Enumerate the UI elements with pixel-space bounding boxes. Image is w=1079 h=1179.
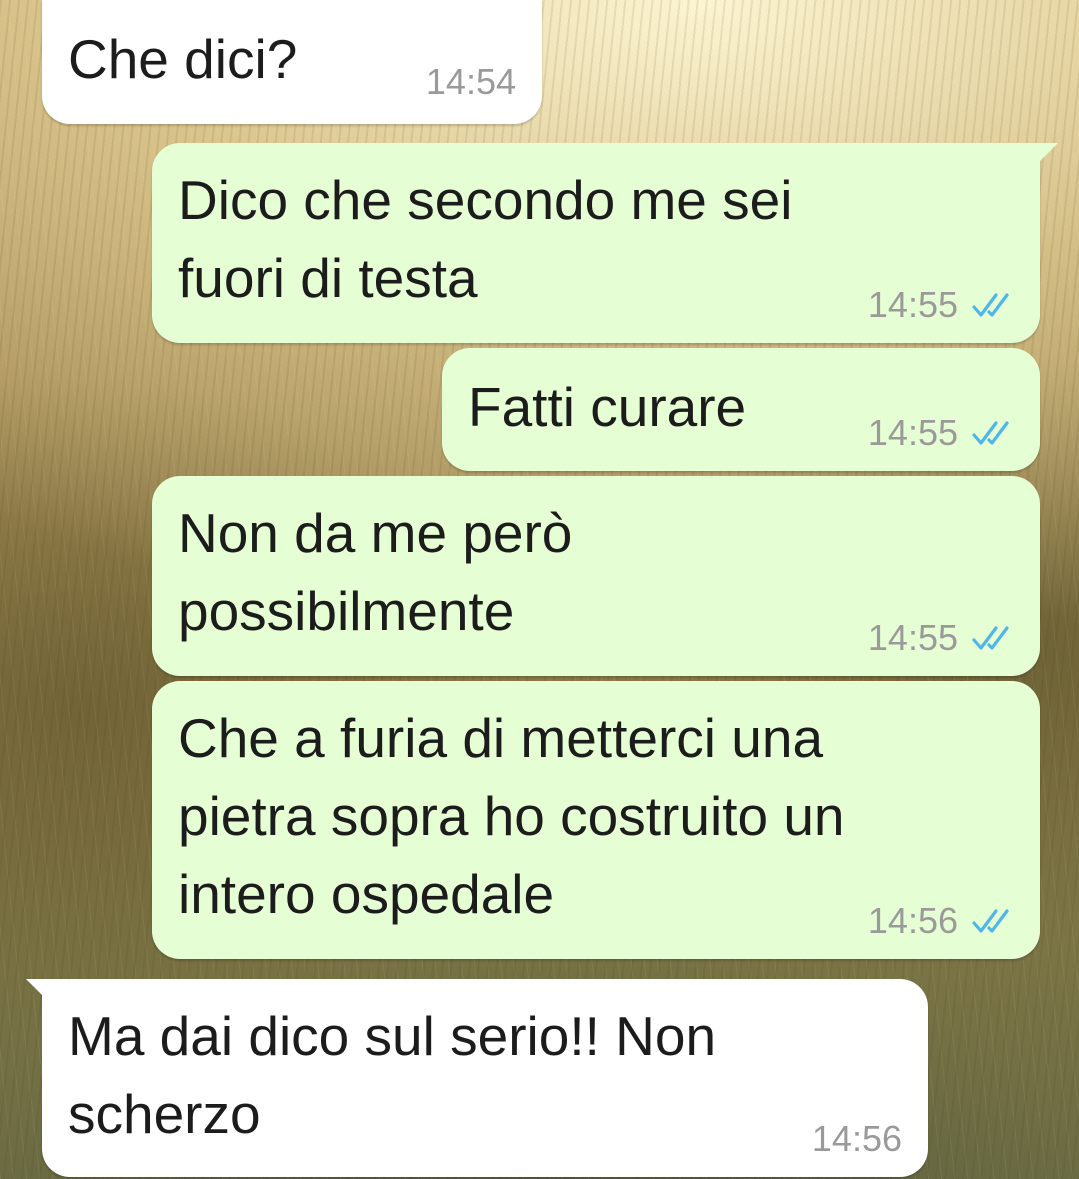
message-text: Che dici? [68,28,298,90]
message-bubble-incoming[interactable]: Ma dai dico sul serio!! Non scherzo 14:5… [26,979,928,1177]
message-meta: 14:56 [812,1119,902,1159]
message-time: 14:54 [425,61,516,102]
message-bubble-outgoing[interactable]: Fatti curare 14:55 [442,348,1040,471]
bubble-tail [1036,143,1058,165]
double-check-icon [972,421,1009,445]
message-time: 14:55 [867,412,958,453]
double-check-icon [972,293,1009,317]
message-text: Dico che secondo me sei fuori di testa [178,169,793,309]
message-bubble-outgoing[interactable]: Non da me però possibilmente 14:55 [152,476,1040,676]
double-check-icon [972,909,1009,933]
message-bubble-outgoing[interactable]: Dico che secondo me sei fuori di testa 1… [152,143,1058,343]
message-time: 14:56 [867,900,958,941]
message-time: 14:55 [867,617,958,658]
message-bubble-incoming[interactable]: Che dici? 14:54 [42,0,542,124]
message-meta: 14:54 [426,62,516,102]
message-meta: 14:55 [868,413,1016,453]
chat-screen: { "chat": { "messages": [ { "direction":… [0,0,1079,1179]
message-text: Ma dai dico sul serio!! Non scherzo [68,1005,717,1145]
message-meta: 14:55 [868,285,1016,325]
message-meta: 14:55 [868,618,1016,658]
message-time: 14:55 [867,284,958,325]
message-time: 14:56 [811,1118,902,1159]
message-text: Fatti curare [468,376,747,438]
bubble-tail [26,979,48,1001]
message-meta: 14:56 [868,901,1016,941]
message-text: Non da me però possibilmente [178,502,573,642]
message-bubble-outgoing[interactable]: Che a furia di metterci una pietra sopra… [152,681,1040,959]
message-text: Che a furia di metterci una pietra sopra… [178,707,845,925]
double-check-icon [972,626,1009,650]
